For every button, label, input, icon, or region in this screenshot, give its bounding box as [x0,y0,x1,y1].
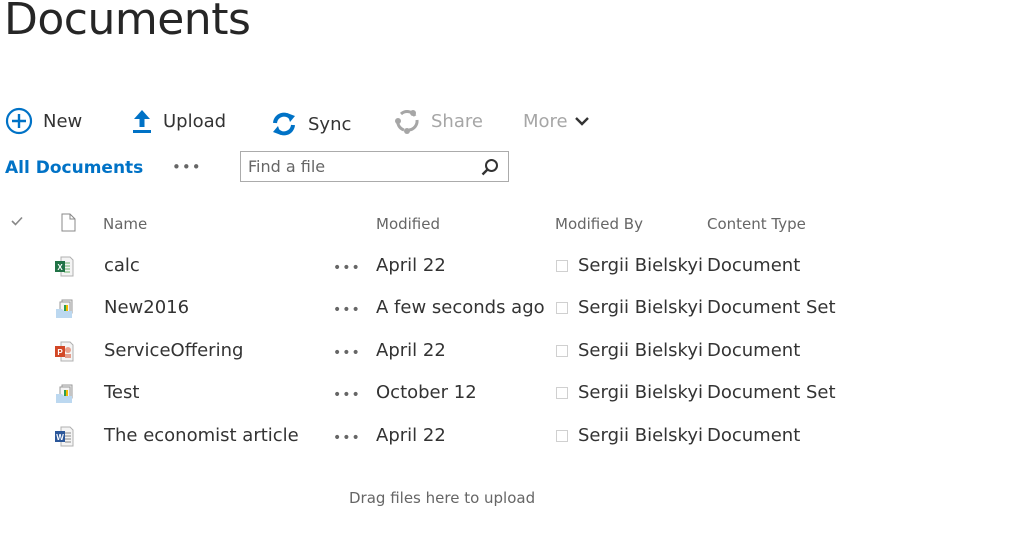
document-set-icon [54,383,74,405]
content-type: Document [707,425,801,446]
row-actions-button[interactable]: ••• [333,302,361,318]
share-label: Share [431,110,483,132]
more-label: More [523,110,568,132]
row-actions-button[interactable]: ••• [333,430,361,446]
presence-indicator [556,345,568,357]
modified-date: April 22 [376,255,446,276]
svg-text:X: X [57,263,63,272]
sync-button[interactable]: Sync [270,109,351,139]
modified-by-user[interactable]: Sergii Bielskyi [578,382,703,403]
file-name-link[interactable]: calc [104,255,140,276]
document-set-icon [54,298,74,320]
row-actions-button[interactable]: ••• [333,345,361,361]
modified-by-user[interactable]: Sergii Bielskyi [578,255,703,276]
sync-icon [270,110,298,138]
presence-indicator [556,430,568,442]
presence-indicator [556,260,568,272]
row-actions-button[interactable]: ••• [333,260,361,276]
search-icon[interactable] [481,158,499,180]
word-file-icon: W [54,425,74,447]
content-type: Document Set [707,382,836,403]
modified-by-user[interactable]: Sergii Bielskyi [578,425,703,446]
search-input[interactable] [241,152,478,181]
more-button[interactable]: More [523,106,590,136]
modified-date: April 22 [376,425,446,446]
modified-by-user[interactable]: Sergii Bielskyi [578,340,703,361]
new-button[interactable]: New [5,106,82,136]
content-type: Document [707,255,801,276]
column-header-modified[interactable]: Modified [376,215,440,233]
content-type: Document Set [707,297,836,318]
row-actions-button[interactable]: ••• [333,387,361,403]
file-name-link[interactable]: Test [104,382,139,403]
powerpoint-file-icon: P [54,340,74,362]
share-icon [393,107,421,135]
file-name-link[interactable]: New2016 [104,297,189,318]
column-header-modified-by[interactable]: Modified By [555,215,643,233]
share-button[interactable]: Share [393,106,483,136]
file-name-link[interactable]: ServiceOffering [104,340,243,361]
svg-text:P: P [57,348,63,357]
drag-drop-zone[interactable]: Drag files here to upload [349,489,535,507]
plus-circle-icon [5,107,33,135]
presence-indicator [556,302,568,314]
modified-by-user[interactable]: Sergii Bielskyi [578,297,703,318]
upload-button[interactable]: Upload [131,106,226,136]
modified-date: April 22 [376,340,446,361]
svg-text:W: W [56,433,64,442]
view-all-documents[interactable]: All Documents [5,158,143,178]
content-type: Document [707,340,801,361]
upload-arrow-icon [131,108,153,134]
column-header-name[interactable]: Name [103,215,147,233]
select-all-checkmark[interactable] [10,214,24,232]
chevron-down-icon [574,115,590,127]
file-name-link[interactable]: The economist article [104,425,299,446]
modified-date: A few seconds ago [376,297,545,318]
file-type-header-icon [61,213,76,236]
new-label: New [43,110,83,132]
presence-indicator [556,387,568,399]
modified-date: October 12 [376,382,477,403]
excel-file-icon: X [54,255,74,277]
page-title: Documents [4,0,251,45]
sync-label: Sync [308,113,352,135]
upload-label: Upload [163,110,227,132]
column-header-content-type[interactable]: Content Type [707,215,806,233]
view-more-button[interactable]: ••• [172,158,202,176]
search-box [240,151,509,182]
